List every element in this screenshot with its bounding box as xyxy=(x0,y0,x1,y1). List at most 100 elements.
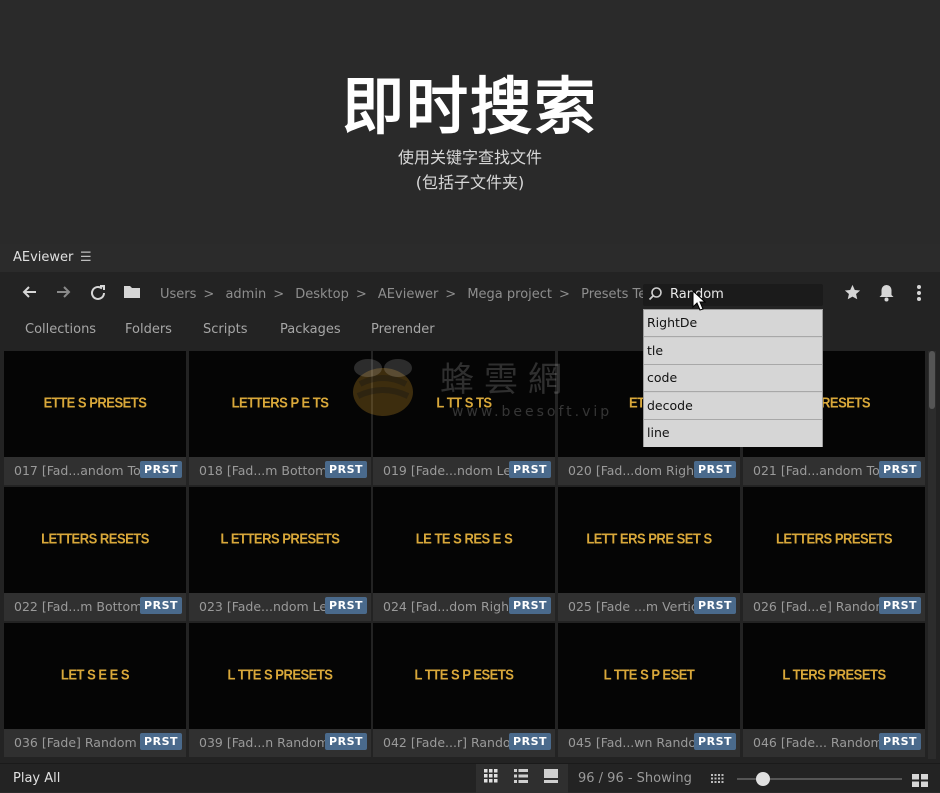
large-view-icon[interactable] xyxy=(544,769,558,787)
prst-badge: PRST xyxy=(140,733,182,750)
suggestion-item[interactable]: code xyxy=(644,365,822,392)
preset-card[interactable]: L TERS PRESETS 046 [Fade... Random PRST xyxy=(743,623,925,757)
tab-scripts[interactable]: Scripts xyxy=(203,322,247,337)
preset-card[interactable]: LE TE S RES E S 024 [Fad...dom Right PRST xyxy=(373,487,555,621)
thumbnail-text: LET S E E S xyxy=(60,665,130,684)
preset-card[interactable]: LETTERS PRESETS 026 [Fad...e] Random PRST xyxy=(743,487,925,621)
play-all-button[interactable]: Play All xyxy=(13,771,60,786)
preset-caption: 017 [Fad...andom Top xyxy=(14,463,144,478)
prst-badge: PRST xyxy=(140,597,182,614)
arrow-left-icon[interactable] xyxy=(22,284,38,305)
preset-card[interactable]: L TTE S P ESETS 042 [Fade...r] Random PRST xyxy=(373,623,555,757)
preset-thumbnail[interactable]: L TTE S P ESETS xyxy=(373,623,555,729)
star-icon[interactable] xyxy=(844,284,861,306)
hamburger-icon[interactable]: ☰ xyxy=(80,250,92,265)
preset-caption: 021 [Fad...andom Top xyxy=(753,463,883,478)
view-mode-group xyxy=(476,764,568,793)
preset-thumbnail[interactable]: L ETTERS PRESETS xyxy=(189,487,371,593)
arrow-right-icon[interactable] xyxy=(55,284,71,305)
thumbnail-text: L TERS PRESETS xyxy=(782,665,886,684)
preset-thumbnail[interactable]: LET S E E S xyxy=(4,623,186,729)
suggestion-item[interactable]: decode xyxy=(644,392,822,420)
prst-badge: PRST xyxy=(879,597,921,614)
preset-thumbnail[interactable]: ETTE S PRESETS xyxy=(4,351,186,457)
suggestion-item[interactable]: RightDe xyxy=(644,310,822,337)
prst-badge: PRST xyxy=(509,461,551,478)
hero-subtitle-line1: 使用关键字查找文件 xyxy=(397,148,542,167)
hero-subtitle-line2: (包括子文件夹) xyxy=(415,173,525,192)
search-suggestions: RightDe tle code decode line xyxy=(643,309,823,447)
preset-thumbnail[interactable]: L TERS PRESETS xyxy=(743,623,925,729)
preset-caption: 042 [Fade...r] Random xyxy=(383,735,513,750)
scrollbar[interactable] xyxy=(928,351,936,759)
more-vertical-icon[interactable] xyxy=(916,284,922,307)
scroll-thumb[interactable] xyxy=(929,351,935,409)
prst-badge: PRST xyxy=(509,733,551,750)
thumbnail-text: LETT ERS PRE SET S xyxy=(586,529,712,548)
preset-card[interactable]: L ETTERS PRESETS 023 [Fade...ndom Left PRS… xyxy=(189,487,371,621)
prst-badge: PRST xyxy=(325,733,367,750)
breadcrumb-item[interactable]: Desktop xyxy=(295,287,349,302)
preset-thumbnail[interactable]: LE TE S RES E S xyxy=(373,487,555,593)
breadcrumb-item[interactable]: admin xyxy=(225,287,266,302)
watermark-text: 蜂雲網 xyxy=(440,360,572,400)
suggestion-item[interactable]: line xyxy=(644,420,822,447)
preset-caption: 019 [Fade...ndom Left xyxy=(383,463,513,478)
search-icon xyxy=(648,286,663,305)
prst-badge: PRST xyxy=(140,461,182,478)
suggestion-item[interactable]: tle xyxy=(644,337,822,365)
search-input[interactable]: Random xyxy=(643,284,823,306)
small-grid-icon[interactable] xyxy=(711,772,724,791)
thumbnail-text: LETTERS PRESETS xyxy=(775,529,893,548)
tab-prerender[interactable]: Prerender xyxy=(371,322,435,337)
preset-caption: 023 [Fade...ndom Left xyxy=(199,599,329,614)
prst-badge: PRST xyxy=(879,733,921,750)
list-view-icon[interactable] xyxy=(514,769,528,787)
preset-thumbnail[interactable]: LETTERS PRESETS xyxy=(743,487,925,593)
prst-badge: PRST xyxy=(879,461,921,478)
preset-card[interactable]: ETTE S PRESETS 017 [Fad...andom Top PRST xyxy=(4,351,186,485)
breadcrumb: Users > admin > Desktop > AEviewer > Mega pr… xyxy=(160,287,659,302)
preset-caption: 020 [Fad...dom Right xyxy=(568,463,698,478)
tab-packages[interactable]: Packages xyxy=(280,322,341,337)
preset-thumbnail[interactable]: LETTERS RESETS xyxy=(4,487,186,593)
preset-card[interactable]: LET S E E S 036 [Fade] Random PRST xyxy=(4,623,186,757)
tab-collections[interactable]: Collections xyxy=(25,322,96,337)
title-bar: AEviewer ☰ xyxy=(0,244,940,272)
hero-title: 即时搜索 xyxy=(341,70,598,143)
prst-badge: PRST xyxy=(509,597,551,614)
watermark-url: www.beesoft.vip xyxy=(452,404,613,420)
prst-badge: PRST xyxy=(694,733,736,750)
breadcrumb-item[interactable]: AEviewer xyxy=(378,287,438,302)
thumbnail-text: L TTE S P ESETS xyxy=(414,665,514,684)
preset-caption: 045 [Fad...wn Random xyxy=(568,735,698,750)
hero-banner: 即时搜索 使用关键字查找文件 (包括子文件夹) xyxy=(0,0,940,244)
thumbnail-text: LETTERS RESETS xyxy=(41,529,149,548)
thumbnail-text: LE TE S RES E S xyxy=(415,529,513,548)
folder-icon[interactable] xyxy=(123,284,141,305)
prst-badge: PRST xyxy=(694,597,736,614)
slider-handle[interactable] xyxy=(756,772,771,786)
preset-card[interactable]: L TTE S PRESETS 039 [Fad...n Random PRST xyxy=(189,623,371,757)
thumbnail-text: L ETTERS PRESETS xyxy=(220,529,340,548)
thumbnail-text: ETTE S PRESETS xyxy=(43,393,147,412)
breadcrumb-item[interactable]: Users xyxy=(160,287,196,302)
preset-caption: 039 [Fad...n Random xyxy=(199,735,329,750)
tab-folders[interactable]: Folders xyxy=(125,322,172,337)
refresh-icon[interactable] xyxy=(89,284,107,307)
preset-caption: 018 [Fad...m Bottom xyxy=(199,463,328,478)
grid-view-icon[interactable] xyxy=(484,769,498,787)
preset-caption: 046 [Fade... Random xyxy=(753,735,883,750)
preset-thumbnail[interactable]: LETT ERS PRE SET S xyxy=(558,487,740,593)
preset-card[interactable]: LETTERS RESETS 022 [Fad...m Bottom PRST xyxy=(4,487,186,621)
preset-card[interactable]: LETT ERS PRE SET S 025 [Fade ...m Vertica… xyxy=(558,487,740,621)
large-grid-icon[interactable] xyxy=(912,772,928,791)
preset-thumbnail[interactable]: L TTE S PRESETS xyxy=(189,623,371,729)
breadcrumb-item[interactable]: Mega project xyxy=(467,287,552,302)
prst-badge: PRST xyxy=(325,461,367,478)
bell-icon[interactable] xyxy=(878,284,895,307)
preset-thumbnail[interactable]: L TTE S P ESET xyxy=(558,623,740,729)
preset-caption: 025 [Fade ...m Vertica xyxy=(568,599,698,614)
status-bar: Play All 96 / 96 - Showing xyxy=(0,763,940,793)
preset-card[interactable]: L TTE S P ESET 045 [Fad...wn Random PRST xyxy=(558,623,740,757)
